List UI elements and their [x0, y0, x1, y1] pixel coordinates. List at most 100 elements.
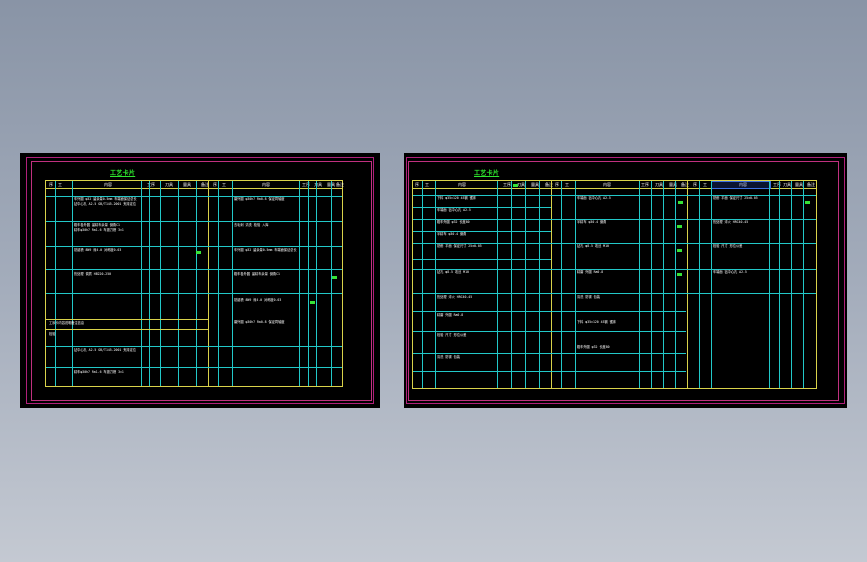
header-cell: 序 — [555, 182, 559, 187]
header-cell: 备注 — [807, 182, 815, 187]
row-text: 精磨 外圆 Ra0.8 — [577, 270, 604, 274]
column-divider — [791, 181, 792, 388]
header-cell: 刀具 — [165, 182, 173, 187]
column-divider — [55, 181, 56, 386]
process-table-right: 序 工 内容 工序 刀具 量具 备注 序 工 内容 工序 刀具 量具 备注 序 … — [412, 180, 817, 389]
column-divider — [711, 181, 712, 388]
status-marker — [310, 301, 315, 304]
header-cell: 量具 — [183, 182, 191, 187]
row-text: 半精车 φ30.4 倒角 — [437, 232, 467, 236]
column-divider — [178, 181, 179, 386]
row-text: 车端面 钻中心孔 A2.5 — [577, 196, 611, 200]
column-divider — [497, 181, 498, 388]
header-cell: 量具 — [531, 182, 539, 187]
row-text: 检验 尺寸 形位公差 — [437, 333, 467, 337]
row-text: 磨外圆 φ30h7 Ra0.8 保证同轴度 — [234, 320, 285, 324]
sheet-title: 工艺卡片 — [110, 170, 136, 177]
row-text: 下料 φ35×120 45钢 锯床 — [437, 196, 476, 200]
column-divider — [803, 181, 804, 388]
row-divider — [413, 371, 686, 372]
row-text: 铣键槽 8N9 深4.0 对称度0.03 — [234, 298, 282, 302]
row-text: 粗车各外圆 留精车余量 倒角C1 — [234, 272, 280, 276]
column-divider — [663, 181, 664, 388]
selected-header-cell[interactable] — [711, 181, 771, 189]
row-divider — [46, 269, 342, 270]
status-marker — [678, 201, 683, 204]
row-text: 车端面 钻中心孔 A2.5 — [437, 208, 471, 212]
status-marker — [196, 251, 201, 254]
row-divider — [413, 331, 686, 332]
header-cell: 刀具 — [783, 182, 791, 187]
column-divider — [331, 181, 332, 386]
header-cell: 备注 — [336, 182, 344, 187]
column-divider — [687, 181, 688, 388]
column-divider — [779, 181, 780, 388]
status-marker — [805, 201, 810, 204]
row-text: 铣削 平面 保证尺寸 25±0.05 — [713, 196, 758, 200]
header-cell: 工 — [703, 182, 707, 187]
column-divider — [232, 181, 233, 386]
column-divider — [208, 181, 209, 386]
row-text: 热处理 淬火 HRC40-45 — [713, 220, 749, 224]
row-divider — [46, 346, 342, 347]
row-text: 检验 尺寸 形位公差 — [713, 244, 743, 248]
row-text: 半精车 φ30.4 倒角 — [577, 220, 607, 224]
drawing-sheet-right: 工艺卡片 序 工 内容 工序 刀具 量具 备注 序 工 内容 工序 刀具 量具 … — [404, 153, 847, 408]
column-divider — [769, 181, 770, 388]
header-cell: 序 — [213, 182, 217, 187]
row-divider — [46, 246, 342, 247]
column-divider — [525, 181, 526, 388]
row-divider — [413, 353, 686, 354]
row-text: 车端面 钻中心孔 A2.5 — [713, 270, 747, 274]
header-cell: 内容 — [262, 182, 270, 187]
row-divider — [46, 367, 342, 368]
row-text: 粗车外圆 φ32 长度80 — [437, 220, 470, 224]
header-cell: 工 — [58, 182, 62, 187]
row-text: 钻中心孔 A2.5 GB/T145-2001 夹持定位 — [74, 202, 136, 206]
row-divider — [413, 311, 686, 312]
row-text: 钻中心孔 A2.5 GB/T145-2001 夹持定位 — [74, 348, 136, 352]
column-divider — [551, 181, 552, 388]
column-divider — [651, 181, 652, 388]
header-cell: 内容 — [458, 182, 466, 187]
header-cell: 内容 — [104, 182, 112, 187]
status-marker — [332, 276, 337, 279]
header-cell: 工序 — [641, 182, 649, 187]
note-line: 工序卡内容说明备注信息 — [49, 321, 85, 325]
header-cell: 序 — [49, 182, 53, 187]
column-divider — [72, 181, 73, 386]
row-divider — [413, 231, 551, 232]
row-text: 精磨 外圆 Ra0.8 — [437, 313, 464, 317]
column-divider — [141, 181, 142, 386]
header-cell: 量具 — [795, 182, 803, 187]
row-text: 粗车外圆 φ32 长度80 — [577, 345, 610, 349]
column-divider — [699, 181, 700, 388]
column-divider — [511, 181, 512, 388]
status-marker — [677, 225, 682, 228]
column-divider — [160, 181, 161, 386]
header-cell: 工 — [425, 182, 429, 187]
status-marker — [677, 273, 682, 276]
row-divider — [413, 259, 551, 260]
sheet-title: 工艺卡片 — [474, 170, 500, 177]
status-marker — [513, 184, 518, 187]
row-text: 清洗 防锈 包装 — [437, 355, 460, 359]
header-cell: 工 — [565, 182, 569, 187]
row-divider — [413, 207, 551, 208]
header-cell: 工 — [222, 182, 226, 187]
column-divider — [675, 181, 676, 388]
column-divider — [575, 181, 576, 388]
table-header: 序 工 内容 工序 刀具 量具 备注 序 工 内容 工序 刀具 量具 备注 — [46, 181, 344, 189]
column-divider — [196, 181, 197, 386]
header-cell: 序 — [415, 182, 419, 187]
drawing-sheet-left: 工艺卡片 序 工 内容 工序 刀具 量具 备注 序 工 内容 工序 刀具 量具 … — [20, 153, 380, 408]
row-divider — [46, 319, 208, 320]
row-text: 清洗 防锈 包装 — [577, 295, 600, 299]
column-divider — [218, 181, 219, 386]
header-cell: 内容 — [603, 182, 611, 187]
row-text: 热处理 调质 HB220-250 — [74, 272, 112, 276]
column-divider — [639, 181, 640, 388]
column-divider — [149, 181, 150, 386]
header-cell: 工序 — [503, 182, 511, 187]
column-divider — [308, 181, 309, 386]
